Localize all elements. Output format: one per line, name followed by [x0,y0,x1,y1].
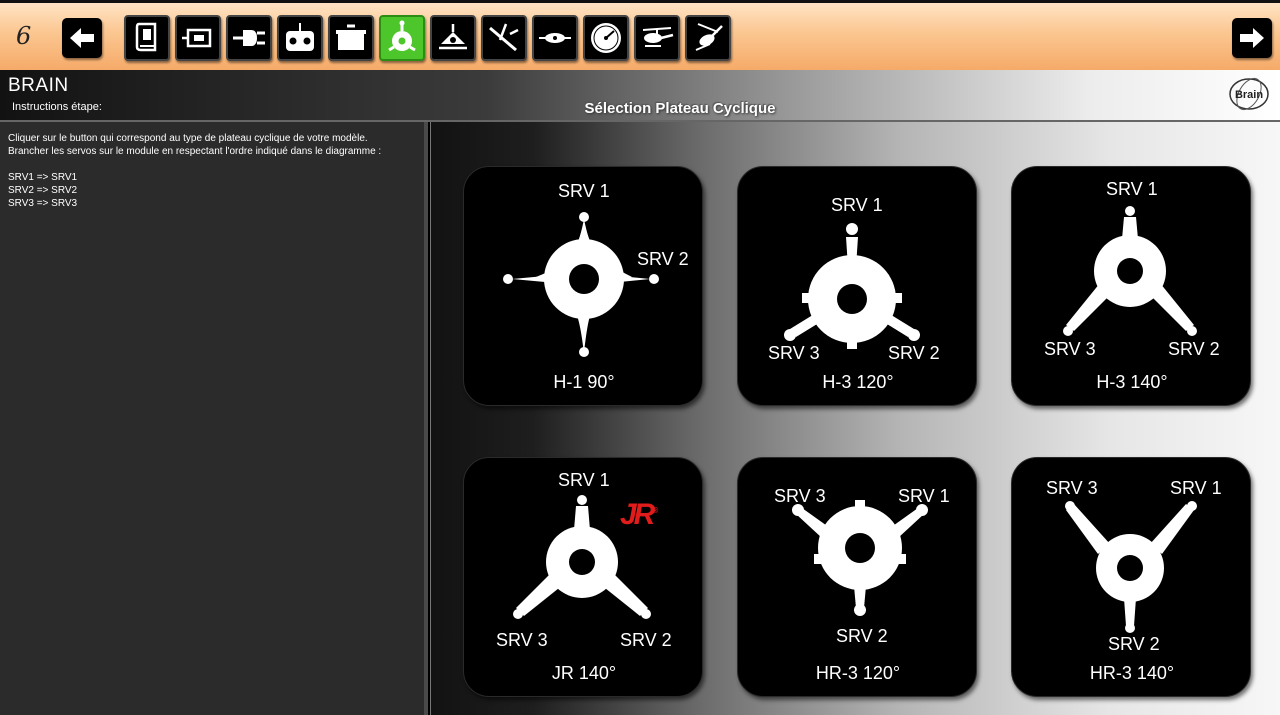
swashplate-h1-90-button[interactable]: SRV 1 SRV 2 H-1 90° [463,166,703,406]
servo-label-srv2: SRV 2 [888,343,940,363]
module-button[interactable] [175,15,221,61]
rotor-head-icon [439,24,467,50]
swashplate-hr3-140-button[interactable]: SRV 3 SRV 1 SRV 2 HR-3 140° [1011,457,1251,697]
step-number: 6 [16,22,32,50]
servo-label-srv3: SRV 3 [1046,478,1098,498]
helicopter-icon [642,27,674,47]
swashplate-caption: JR 140° [551,663,617,683]
servo-label-srv3: SRV 3 [1044,339,1096,359]
connection-button[interactable] [226,15,272,61]
servo-label-srv1: SRV 1 [898,486,950,506]
servo-label-srv3: SRV 3 [768,343,820,363]
swashplate-hr3-120-button[interactable]: SRV 3 SRV 1 SRV 2 HR-3 120° [737,457,977,697]
arrow-right-icon [1240,28,1264,48]
gauge-button[interactable] [583,15,629,61]
plug-icon [233,30,265,46]
box-icon [336,24,366,50]
swashplate-caption: H-3 120° [822,372,894,392]
swashplate-h3-140-button[interactable]: SRV 1 SRV 3 SRV 2 H-3 140° [1011,166,1251,406]
servo-label-srv2: SRV 2 [836,626,888,646]
servo-label-srv2: SRV 2 [1168,339,1220,359]
servo-mapping: SRV3 => SRV3 [8,198,78,209]
servo-mapping: SRV1 => SRV1 [8,172,78,183]
servo-label-srv3: SRV 3 [496,630,548,650]
jr-brand-logo: JR® [620,498,659,531]
swashplate-caption: H-3 140° [1096,372,1168,392]
instruction-spacer [8,158,416,171]
arrow-left-icon [70,28,94,48]
swashplate-button[interactable] [379,15,425,61]
box-button[interactable] [328,15,374,61]
tail-rotor-icon [489,23,519,52]
module-box-icon [182,28,212,48]
swashplate-grid: SRV 1 SRV 2 H-1 90° SRV 1 SRV 3 SRV 2 H-… [430,122,1280,715]
flight-button[interactable] [685,15,731,61]
instructions-label: Instructions étape: [12,101,102,113]
servo-label-srv1: SRV 1 [558,181,610,201]
brain-logo-text: Brain [1235,89,1263,101]
rotor-head-button[interactable] [430,15,476,61]
page-title: Sélection Plateau Cyclique [584,100,776,117]
servo-mapping: SRV2 => SRV2 [8,185,78,196]
instructions-panel: Cliquer sur le button qui correspond au … [0,122,428,715]
swashplate-caption: HR-3 140° [1089,663,1175,683]
servo-label-srv1: SRV 1 [1106,179,1158,199]
manual-button[interactable] [124,15,170,61]
servo-label-srv1: SRV 1 [831,195,883,215]
swashplate-caption: H-1 90° [553,372,615,392]
swashplate-caption: HR-3 120° [815,663,901,683]
gauge-icon [591,23,621,53]
header-bar: BRAIN Instructions étape: Sélection Plat… [0,70,1280,122]
swashplate-jr-140-button[interactable]: JR® SRV 1 SRV 3 SRV 2 JR 140° [463,457,703,697]
top-toolbar: 6 [0,0,1280,70]
servo-label-srv2: SRV 2 [1108,634,1160,654]
servo-label-srv1: SRV 1 [1170,478,1222,498]
tail-servo-button[interactable] [532,15,578,61]
tail-boom-icon [539,33,571,43]
swashplate-h3-140-diagram [1063,206,1197,336]
servo-label-srv2: SRV 2 [620,630,672,650]
brain-logo: Brain [1229,77,1269,111]
radio-transmitter-icon [286,23,314,51]
servo-label-srv3: SRV 3 [774,486,826,506]
servo-label-srv1: SRV 1 [558,470,610,490]
flying-helicopter-icon [695,23,723,51]
helicopter-button[interactable] [634,15,680,61]
swashplate-h3-120-button[interactable]: SRV 1 SRV 3 SRV 2 H-3 120° [737,166,977,406]
back-button[interactable] [62,18,102,58]
next-button[interactable] [1232,18,1272,58]
swashplate-icon [388,20,416,52]
instruction-line: Cliquer sur le button qui correspond au … [8,133,368,144]
tail-button[interactable] [481,15,527,61]
swashplate-jr-140-diagram [513,495,651,619]
app-title: BRAIN [8,75,69,96]
transmitter-button[interactable] [277,15,323,61]
book-icon [135,22,157,52]
servo-label-srv2: SRV 2 [637,249,689,269]
swashplate-h1-90-diagram [503,212,659,357]
instruction-line: Brancher les servos sur le module en res… [8,146,382,157]
